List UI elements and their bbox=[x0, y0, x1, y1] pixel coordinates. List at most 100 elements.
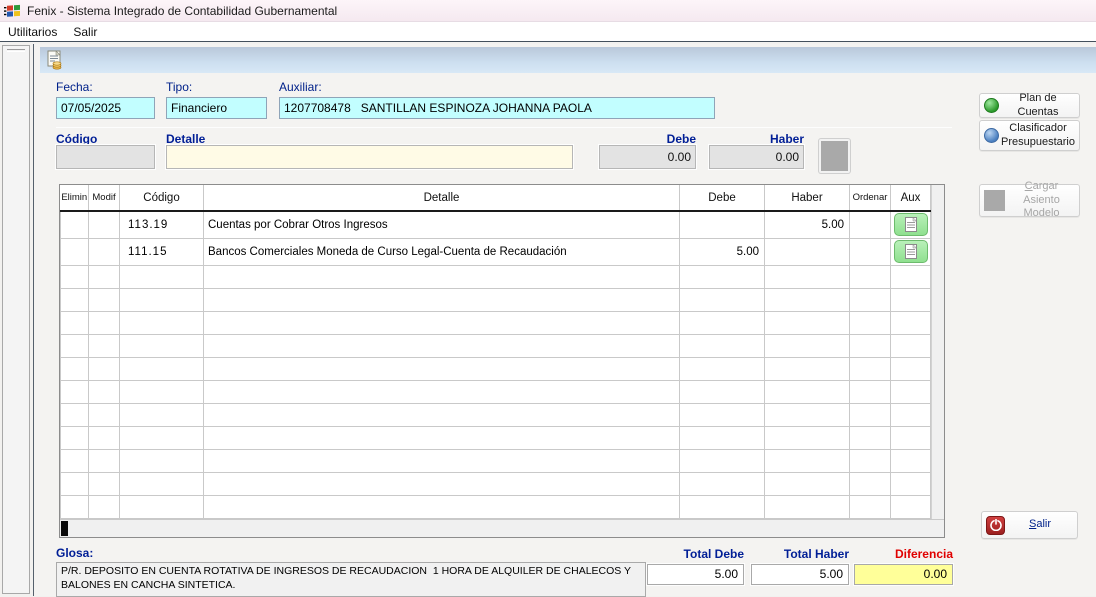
cell-debe[interactable] bbox=[679, 425, 765, 450]
cell-haber[interactable] bbox=[764, 402, 850, 427]
table-row[interactable] bbox=[60, 333, 931, 358]
table-row[interactable] bbox=[60, 471, 931, 496]
cell-elimin[interactable] bbox=[60, 237, 89, 266]
cell-debe[interactable]: 5.00 bbox=[679, 237, 765, 266]
cell-haber[interactable] bbox=[764, 333, 850, 358]
cell-elimin[interactable] bbox=[60, 333, 89, 358]
cell-modif[interactable] bbox=[88, 310, 120, 335]
horizontal-scrollbar[interactable] bbox=[60, 519, 944, 537]
panel-grabber-handle[interactable] bbox=[7, 49, 25, 52]
cell-detalle[interactable] bbox=[203, 310, 680, 335]
cell-elimin[interactable] bbox=[60, 264, 89, 289]
cell-debe[interactable] bbox=[679, 287, 765, 312]
cell-ordenar[interactable] bbox=[849, 264, 891, 289]
cell-modif[interactable] bbox=[88, 287, 120, 312]
cell-ordenar[interactable] bbox=[849, 333, 891, 358]
cell-codigo[interactable] bbox=[119, 471, 204, 496]
cell-debe[interactable] bbox=[679, 448, 765, 473]
horizontal-scrollbar-thumb[interactable] bbox=[61, 521, 68, 536]
cell-haber[interactable] bbox=[764, 287, 850, 312]
table-row[interactable] bbox=[60, 310, 931, 335]
cell-detalle[interactable] bbox=[203, 356, 680, 381]
cell-haber[interactable] bbox=[764, 494, 850, 519]
cell-codigo[interactable] bbox=[119, 379, 204, 404]
cell-modif[interactable] bbox=[88, 237, 120, 266]
cell-detalle[interactable]: Bancos Comerciales Moneda de Curso Legal… bbox=[203, 237, 680, 266]
cell-elimin[interactable] bbox=[60, 356, 89, 381]
menu-salir[interactable]: Salir bbox=[65, 23, 105, 41]
cell-codigo[interactable] bbox=[119, 402, 204, 427]
cell-codigo[interactable] bbox=[119, 264, 204, 289]
table-row[interactable] bbox=[60, 425, 931, 450]
cell-debe[interactable] bbox=[679, 356, 765, 381]
cell-debe[interactable] bbox=[679, 333, 765, 358]
table-row[interactable]: 111.15 Bancos Comerciales Moneda de Curso… bbox=[60, 237, 931, 266]
cell-debe[interactable] bbox=[679, 402, 765, 427]
cell-codigo[interactable] bbox=[119, 425, 204, 450]
cell-elimin[interactable] bbox=[60, 287, 89, 312]
cell-haber[interactable] bbox=[764, 356, 850, 381]
cell-ordenar[interactable] bbox=[849, 379, 891, 404]
cell-ordenar[interactable] bbox=[849, 210, 891, 239]
cell-haber[interactable] bbox=[764, 379, 850, 404]
cell-detalle[interactable] bbox=[203, 425, 680, 450]
cell-codigo[interactable] bbox=[119, 356, 204, 381]
fecha-input[interactable] bbox=[56, 97, 155, 119]
detalle-entry-input[interactable] bbox=[165, 144, 574, 170]
table-row[interactable] bbox=[60, 402, 931, 427]
table-row[interactable] bbox=[60, 448, 931, 473]
cargar-asiento-modelo-button[interactable]: Cargar Asiento Modelo bbox=[979, 180, 1080, 219]
cell-debe[interactable] bbox=[679, 310, 765, 335]
cell-codigo[interactable] bbox=[119, 287, 204, 312]
add-entry-button[interactable] bbox=[819, 139, 850, 173]
cell-detalle[interactable] bbox=[203, 264, 680, 289]
cell-modif[interactable] bbox=[88, 210, 120, 239]
cell-elimin[interactable] bbox=[60, 471, 89, 496]
aux-document-button[interactable] bbox=[893, 240, 928, 264]
cell-haber[interactable]: 5.00 bbox=[764, 210, 850, 239]
cell-haber[interactable] bbox=[764, 448, 850, 473]
cell-elimin[interactable] bbox=[60, 210, 89, 239]
plan-de-cuentas-button[interactable]: Plan de Cuentas bbox=[979, 92, 1080, 118]
table-row[interactable] bbox=[60, 264, 931, 289]
cell-modif[interactable] bbox=[88, 425, 120, 450]
cell-ordenar[interactable] bbox=[849, 425, 891, 450]
cell-codigo[interactable]: 113.19 bbox=[119, 210, 204, 239]
clasificador-presupuestario-button[interactable]: Clasificador Presupuestario bbox=[979, 120, 1080, 151]
cell-modif[interactable] bbox=[88, 402, 120, 427]
collapsed-side-panel[interactable] bbox=[2, 45, 30, 594]
cell-ordenar[interactable] bbox=[849, 310, 891, 335]
cell-modif[interactable] bbox=[88, 448, 120, 473]
cell-detalle[interactable]: Cuentas por Cobrar Otros Ingresos bbox=[203, 210, 680, 239]
cell-elimin[interactable] bbox=[60, 379, 89, 404]
cell-modif[interactable] bbox=[88, 471, 120, 496]
cell-codigo[interactable] bbox=[119, 333, 204, 358]
cell-haber[interactable] bbox=[764, 237, 850, 266]
aux-document-button[interactable] bbox=[893, 213, 928, 237]
cell-codigo[interactable]: 111.15 bbox=[119, 237, 204, 266]
salir-button[interactable]: Salir bbox=[981, 511, 1078, 539]
cell-codigo[interactable] bbox=[119, 494, 204, 519]
cell-detalle[interactable] bbox=[203, 402, 680, 427]
cell-modif[interactable] bbox=[88, 356, 120, 381]
cell-haber[interactable] bbox=[764, 471, 850, 496]
auxiliar-input[interactable] bbox=[279, 97, 715, 119]
cell-detalle[interactable] bbox=[203, 448, 680, 473]
cell-haber[interactable] bbox=[764, 425, 850, 450]
glosa-textarea[interactable]: P/R. DEPOSITO EN CUENTA ROTATIVA DE INGR… bbox=[56, 562, 646, 597]
cell-elimin[interactable] bbox=[60, 425, 89, 450]
cell-ordenar[interactable] bbox=[849, 448, 891, 473]
cell-debe[interactable] bbox=[679, 494, 765, 519]
cell-codigo[interactable] bbox=[119, 448, 204, 473]
table-row[interactable] bbox=[60, 379, 931, 404]
menu-utilitarios[interactable]: Utilitarios bbox=[0, 23, 65, 41]
cell-modif[interactable] bbox=[88, 333, 120, 358]
cell-ordenar[interactable] bbox=[849, 494, 891, 519]
new-entry-document-coins-icon[interactable] bbox=[46, 50, 64, 70]
table-row[interactable] bbox=[60, 356, 931, 381]
haber-entry-input[interactable] bbox=[708, 144, 805, 170]
cell-modif[interactable] bbox=[88, 494, 120, 519]
cell-debe[interactable] bbox=[679, 210, 765, 239]
table-row[interactable] bbox=[60, 287, 931, 312]
table-row[interactable]: 113.19 Cuentas por Cobrar Otros Ingresos 5… bbox=[60, 210, 931, 239]
